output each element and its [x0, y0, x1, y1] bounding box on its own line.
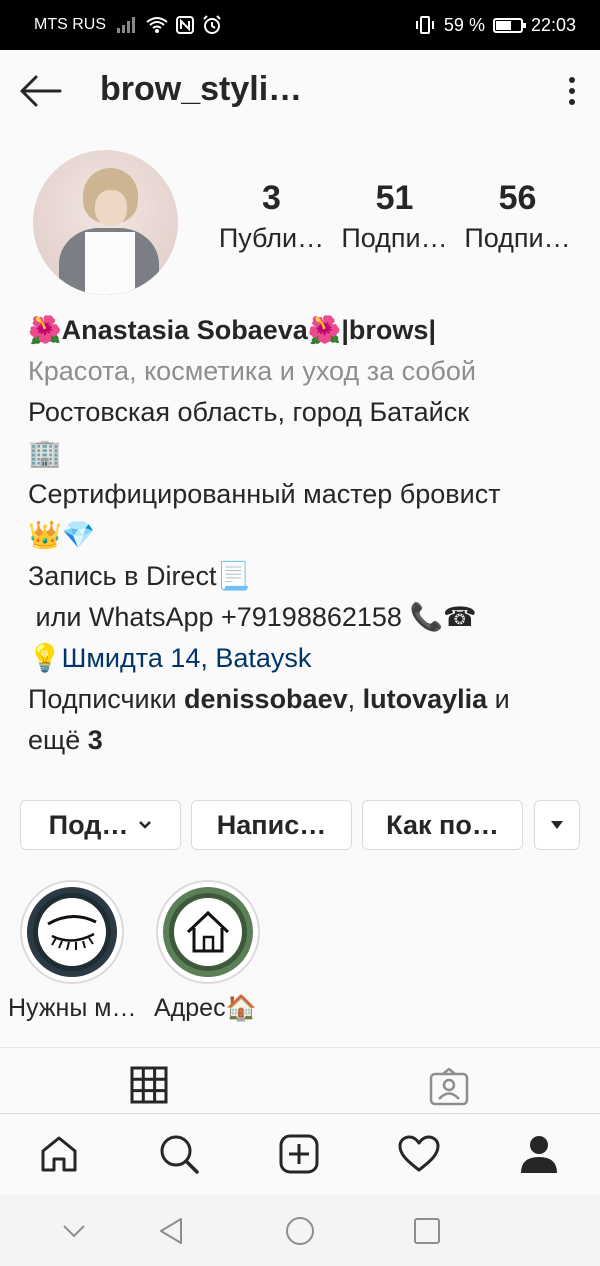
followed-by-sep: , [347, 684, 363, 714]
following-count: 56 [498, 179, 537, 217]
profile-avatar[interactable] [33, 150, 178, 295]
back-arrow-icon[interactable] [18, 74, 62, 108]
system-back-button[interactable] [153, 1213, 189, 1249]
followers-label: Подпи… [341, 223, 448, 254]
highlight-label: Адрес🏠 [154, 994, 257, 1022]
highlight-label: Нужны м… [8, 994, 137, 1022]
battery-percent: 59 % [443, 14, 485, 35]
profile-tab[interactable] [517, 1132, 561, 1176]
profile-username: brow_styli… [100, 70, 303, 108]
profile-header: brow_styli… [0, 50, 600, 132]
message-button[interactable]: Напис… [191, 800, 352, 850]
followers-stat[interactable]: 51 Подпи… [333, 179, 456, 254]
scroll-emoji: 📃 [216, 561, 251, 592]
followed-by-and: и [487, 684, 510, 714]
square-recents-icon [414, 1218, 440, 1244]
activity-tab[interactable] [397, 1132, 441, 1176]
followed-by-line[interactable]: Подписчики denissobaev, lutovaylia и [28, 679, 588, 720]
nfc-icon [176, 16, 194, 34]
highlight-ring [20, 880, 124, 984]
profile-bio: 🌺Anastasia Sobaeva🌺|brows| Красота, косм… [28, 310, 588, 761]
highlight-address[interactable]: Адрес🏠 [154, 880, 260, 1022]
building-emoji: 🏢 [28, 438, 62, 469]
message-button-label: Напис… [216, 809, 327, 840]
bulb-emoji: 💡 [28, 643, 62, 674]
bottom-navigation [0, 1113, 600, 1195]
following-label: Подпи… [464, 223, 571, 254]
bio-whatsapp-line: или WhatsApp +79198862158 📞☎ [28, 597, 588, 638]
bio-occupation: Сертифицированный мастер бровист [28, 479, 501, 509]
eyelash-icon [47, 915, 97, 951]
followed-by-prefix: Подписчики [28, 684, 185, 714]
mutual-follower-2[interactable]: lutovaylia [363, 684, 488, 714]
followed-by-more-count: 3 [87, 725, 103, 755]
chevron-down-icon [63, 1225, 85, 1238]
crown-gem-emoji: 👑💎 [28, 520, 96, 551]
flower-emoji: 🌺 [307, 315, 342, 346]
profile-stats: 3 Публи… 51 Подпи… 56 Подпи… [210, 179, 580, 254]
wifi-icon [146, 17, 168, 33]
mutual-follower-1[interactable]: denissobaev [184, 684, 348, 714]
phone-emoji: 📞☎ [409, 602, 477, 633]
contact-button[interactable]: Как по… [362, 800, 523, 850]
bio-booking: Запись в Direct [28, 561, 217, 591]
display-name-line: 🌺Anastasia Sobaeva🌺|brows| [28, 310, 588, 351]
follow-button[interactable]: Под… [20, 800, 181, 850]
carrier-label: MTS RUS [34, 16, 106, 33]
display-name: Anastasia Sobaeva [61, 315, 308, 345]
following-stat[interactable]: 56 Подпи… [456, 179, 579, 254]
posts-label: Публи… [218, 223, 325, 254]
new-post-tab[interactable] [277, 1132, 321, 1176]
battery-icon [492, 17, 526, 33]
highlight-brows[interactable]: Нужны м… [8, 880, 136, 1022]
search-tab[interactable] [157, 1132, 201, 1176]
posts-stat[interactable]: 3 Публи… [210, 179, 333, 254]
contact-button-label: Как по… [386, 809, 499, 840]
status-bar: MTS RUS 59 % 22:03 [0, 0, 600, 50]
circle-home-icon [286, 1217, 314, 1245]
house-icon [186, 910, 230, 953]
flower-emoji: 🌺 [28, 315, 62, 346]
caret-down-icon [551, 821, 563, 829]
address-link[interactable]: Шмидта 14, Bataysk [62, 643, 312, 673]
address-line[interactable]: 💡Шмидта 14, Bataysk [28, 638, 588, 679]
followed-by-more-prefix: ещё [28, 725, 88, 755]
followed-by-more[interactable]: ещё 3 [28, 720, 588, 761]
system-home-button[interactable] [282, 1213, 318, 1249]
followers-count: 51 [375, 179, 414, 217]
signal-icon [117, 17, 135, 33]
alarm-icon [203, 15, 221, 34]
add-post-icon [279, 1134, 319, 1174]
profile-tabs [0, 1048, 600, 1112]
tagged-photos-icon[interactable] [429, 1068, 469, 1106]
profile-category: Красота, косметика и уход за собой [28, 356, 476, 386]
system-recents-button[interactable] [409, 1213, 445, 1249]
bio-location: Ростовская область, город Батайск [28, 397, 470, 427]
bio-booking-line: Запись в Direct📃 [28, 556, 588, 597]
display-name-suffix: |brows| [341, 315, 436, 345]
suggestions-dropdown-button[interactable] [534, 800, 580, 850]
vibrate-icon [415, 16, 434, 34]
posts-count: 3 [262, 179, 281, 217]
triangle-back-icon [160, 1218, 182, 1244]
chevron-down-icon [139, 821, 152, 829]
system-navigation-bar [0, 1195, 600, 1266]
home-tab[interactable] [37, 1132, 81, 1176]
profile-icon [521, 1136, 557, 1173]
bio-whatsapp: или WhatsApp +79198862158 [28, 602, 410, 632]
highlight-ring [156, 880, 260, 984]
clock: 22:03 [530, 14, 576, 35]
grid-icon[interactable] [130, 1066, 168, 1104]
search-icon [160, 1135, 199, 1174]
home-icon [41, 1136, 77, 1172]
follow-button-label: Под… [48, 809, 129, 840]
heart-icon [398, 1135, 440, 1172]
hide-keyboard-button[interactable] [56, 1213, 92, 1249]
more-options-icon[interactable] [566, 74, 578, 108]
